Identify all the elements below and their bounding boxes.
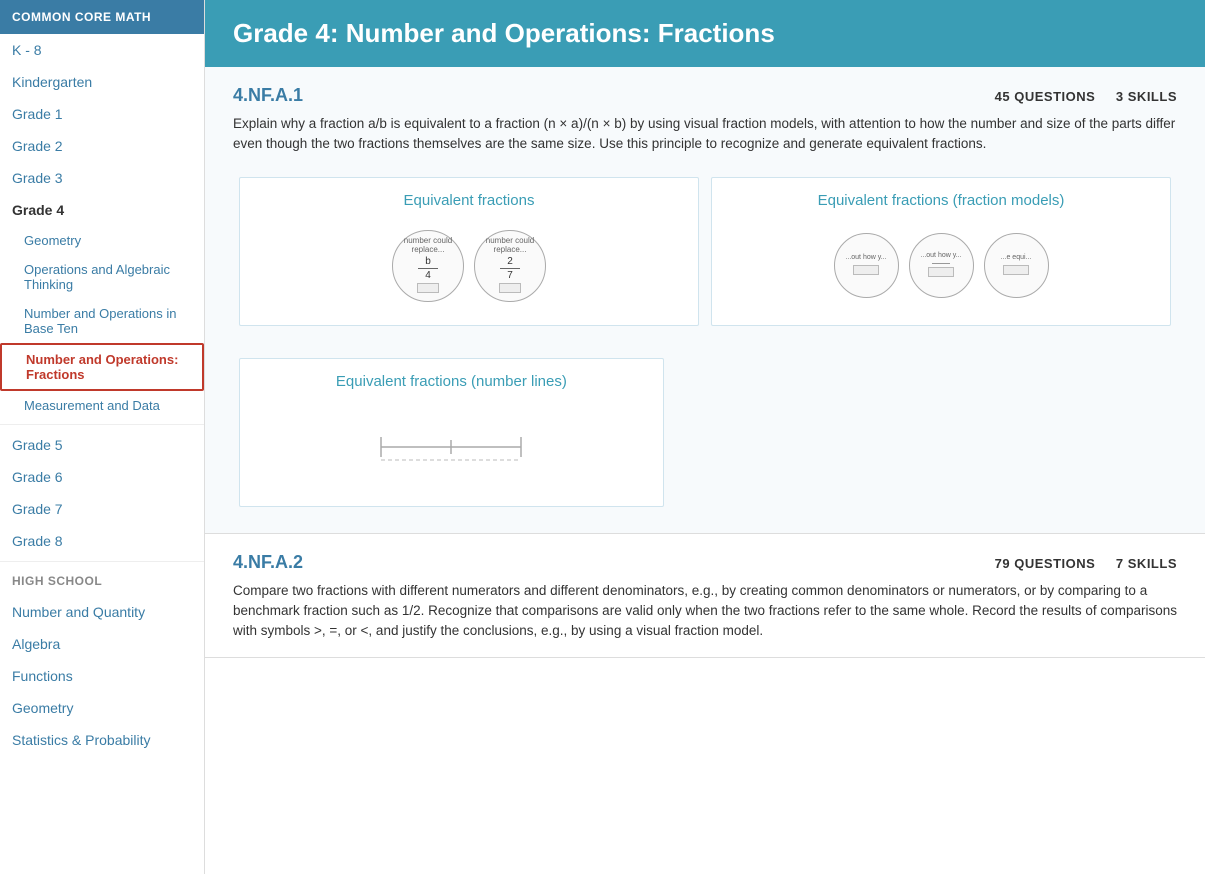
sidebar-item-hs-geometry[interactable]: Geometry (0, 692, 204, 724)
standard-code-1[interactable]: 4.NF.A.1 (233, 85, 303, 106)
sidebar-item-algebra[interactable]: Algebra (0, 628, 204, 660)
questions-label-2: QUESTIONS (1014, 556, 1095, 571)
questions-label-1: QUESTIONS (1014, 89, 1095, 104)
circle-m2: ...out how y... (909, 233, 974, 298)
standard-header-2: 4.NF.A.2 79 QUESTIONS 7 SKILLS (205, 534, 1205, 581)
sidebar-item-functions[interactable]: Functions (0, 660, 204, 692)
circle-left: number could replace... b 4 (392, 230, 464, 302)
skill-title-1: Equivalent fractions (250, 192, 688, 209)
sidebar-sub-operations-algebraic[interactable]: Operations and Algebraic Thinking (0, 255, 204, 299)
skill-card-equivalent-fractions[interactable]: Equivalent fractions number could replac… (239, 177, 699, 326)
sidebar-item-k8[interactable]: K - 8 (0, 34, 204, 66)
sidebar-header: COMMON CORE MATH (0, 0, 204, 34)
skill-illustration-3 (250, 402, 653, 492)
sidebar-item-grade2[interactable]: Grade 2 (0, 130, 204, 162)
skill-card-fraction-models[interactable]: Equivalent fractions (fraction models) .… (711, 177, 1171, 326)
page-title: Grade 4: Number and Operations: Fraction… (233, 18, 1177, 49)
sidebar-divider (0, 424, 204, 425)
standard-section-1: 4.NF.A.1 45 QUESTIONS 3 SKILLS Explain w… (205, 67, 1205, 534)
number-line-svg (371, 422, 531, 472)
skills-count-2: 7 (1116, 556, 1124, 571)
skill-card-number-lines[interactable]: Equivalent fractions (number lines) (239, 358, 664, 507)
standard-header-1: 4.NF.A.1 45 QUESTIONS 3 SKILLS (205, 67, 1205, 114)
sidebar-section-highschool: HIGH SCHOOL (0, 566, 204, 596)
skill-title-2: Equivalent fractions (fraction models) (722, 192, 1160, 209)
sidebar-item-grade3[interactable]: Grade 3 (0, 162, 204, 194)
circle-m3: ...e equi... (984, 233, 1049, 298)
skills-count-1: 3 (1116, 89, 1124, 104)
sidebar-sub-number-base-ten[interactable]: Number and Operations in Base Ten (0, 299, 204, 343)
skill-illustration-2: ...out how y... ...out how y... ...e equ… (722, 221, 1160, 311)
standard-desc-2: Compare two fractions with different num… (205, 581, 1205, 658)
circle-m1: ...out how y... (834, 233, 899, 298)
sidebar-sub-measurement-data[interactable]: Measurement and Data (0, 391, 204, 420)
sidebar-divider-hs (0, 561, 204, 562)
circle-right: number could replace... 2 7 (474, 230, 546, 302)
sidebar-item-grade6[interactable]: Grade 6 (0, 461, 204, 493)
skill-title-3: Equivalent fractions (number lines) (250, 373, 653, 390)
skills-label-1: SKILLS (1128, 89, 1177, 104)
sidebar: COMMON CORE MATH K - 8 Kindergarten Grad… (0, 0, 205, 874)
sidebar-item-grade1[interactable]: Grade 1 (0, 98, 204, 130)
standard-desc-1: Explain why a fraction a/b is equivalent… (205, 114, 1205, 171)
standard-meta-2: 79 QUESTIONS 7 SKILLS (995, 556, 1177, 571)
standard-code-2[interactable]: 4.NF.A.2 (233, 552, 303, 573)
standard-meta-1: 45 QUESTIONS 3 SKILLS (995, 89, 1177, 104)
sidebar-item-grade7[interactable]: Grade 7 (0, 493, 204, 525)
sidebar-item-grade5[interactable]: Grade 5 (0, 429, 204, 461)
sidebar-sub-number-fractions[interactable]: Number and Operations: Fractions (0, 343, 204, 391)
main-header: Grade 4: Number and Operations: Fraction… (205, 0, 1205, 67)
standard-section-2: 4.NF.A.2 79 QUESTIONS 7 SKILLS Compare t… (205, 534, 1205, 659)
sidebar-item-grade4[interactable]: Grade 4 (0, 194, 204, 226)
skills-grid-1b: Equivalent fractions (number lines) (205, 352, 1205, 533)
skill-illustration-1: number could replace... b 4 number could… (250, 221, 688, 311)
sidebar-item-kindergarten[interactable]: Kindergarten (0, 66, 204, 98)
skills-label-2: SKILLS (1128, 556, 1177, 571)
questions-count-2: 79 (995, 556, 1010, 571)
sidebar-item-statistics[interactable]: Statistics & Probability (0, 724, 204, 756)
skills-grid-1: Equivalent fractions number could replac… (205, 171, 1205, 352)
main-content: Grade 4: Number and Operations: Fraction… (205, 0, 1205, 874)
sidebar-item-number-quantity[interactable]: Number and Quantity (0, 596, 204, 628)
sidebar-sub-geometry[interactable]: Geometry (0, 226, 204, 255)
questions-count-1: 45 (995, 89, 1010, 104)
sidebar-item-grade8[interactable]: Grade 8 (0, 525, 204, 557)
